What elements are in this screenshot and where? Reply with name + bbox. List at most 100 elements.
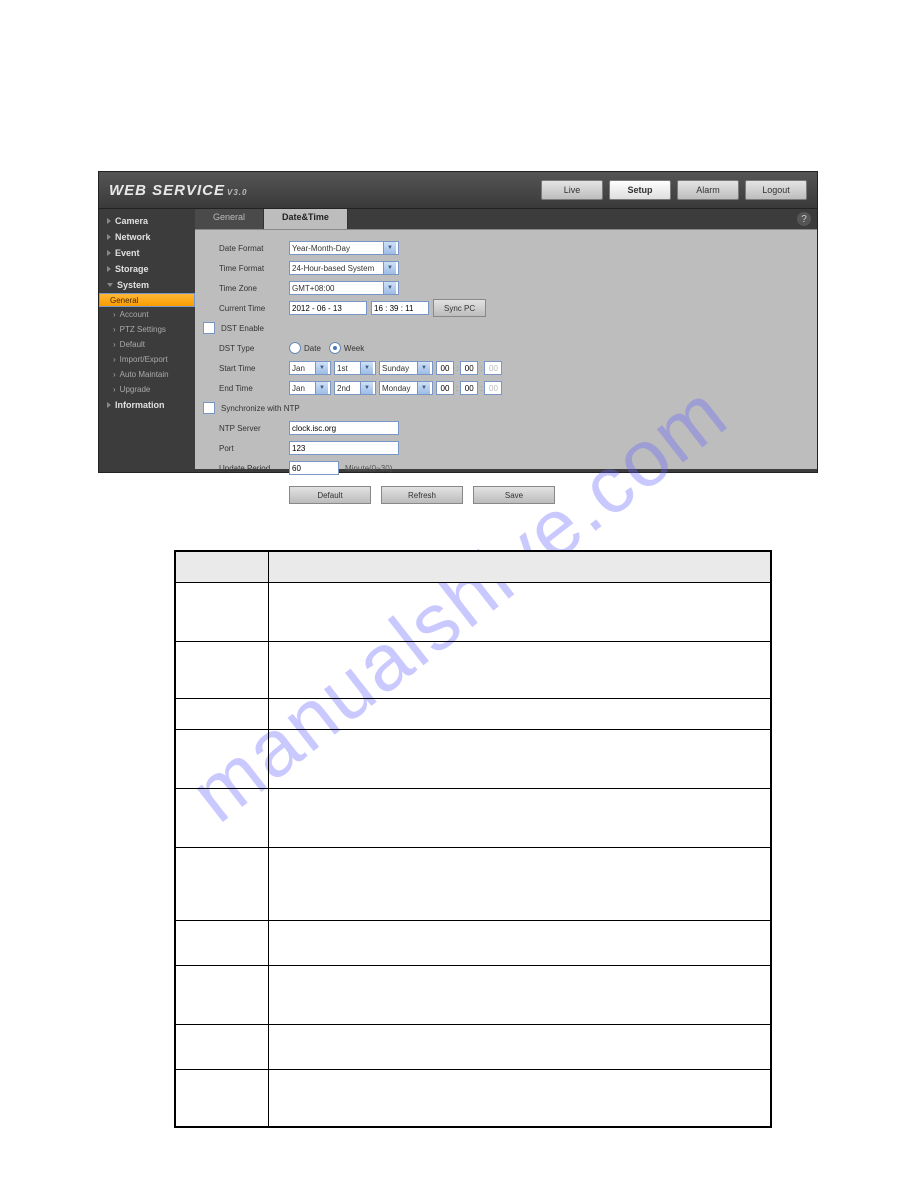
end-hh-input[interactable] (436, 381, 454, 395)
sidebar: Camera Network Event Storage System Gene… (99, 209, 195, 469)
ntp-server-label: NTP Server (219, 424, 289, 433)
sidebar-item-account[interactable]: › Account (99, 307, 195, 322)
port-label: Port (219, 444, 289, 453)
table-cell (176, 730, 269, 789)
end-month-select[interactable]: Jan (289, 381, 331, 395)
sidebar-label: PTZ Settings (120, 325, 166, 334)
live-button[interactable]: Live (541, 180, 603, 200)
sidebar-item-event[interactable]: Event (99, 245, 195, 261)
table-cell (176, 1070, 269, 1127)
end-mm-input[interactable] (460, 381, 478, 395)
dst-type-label: DST Type (219, 344, 289, 353)
titlebar: WEB SERVICEV3.0 Live Setup Alarm Logout (99, 172, 817, 209)
end-day-select[interactable]: Monday (379, 381, 433, 395)
update-period-input[interactable] (289, 461, 339, 475)
dropdown-icon (360, 382, 373, 394)
alarm-button[interactable]: Alarm (677, 180, 739, 200)
tab-date-time[interactable]: Date&Time (264, 209, 348, 229)
sidebar-item-general[interactable]: General (99, 293, 195, 307)
colon: : (480, 384, 482, 393)
table-row (176, 921, 771, 966)
port-input[interactable] (289, 441, 399, 455)
start-week-select[interactable]: 1st (334, 361, 376, 375)
tab-general[interactable]: General (195, 209, 264, 229)
sidebar-item-camera[interactable]: Camera (99, 213, 195, 229)
table-cell (176, 699, 269, 730)
dst-enable-label: DST Enable (221, 324, 264, 333)
end-week-select[interactable]: 2nd (334, 381, 376, 395)
table-row (176, 848, 771, 921)
time-format-select[interactable]: 24-Hour-based System (289, 261, 399, 275)
table-cell (176, 848, 269, 921)
logout-button[interactable]: Logout (745, 180, 807, 200)
settings-form: Date Format Year-Month-Day Time Format 2… (195, 230, 817, 514)
end-ss-input[interactable] (484, 381, 502, 395)
start-month-select[interactable]: Jan (289, 361, 331, 375)
table-row (176, 642, 771, 699)
start-ss-input[interactable] (484, 361, 502, 375)
dst-type-week-label: Week (344, 344, 364, 353)
sidebar-item-auto-maintain[interactable]: › Auto Maintain (99, 367, 195, 382)
select-value: Jan (292, 364, 305, 373)
colon: : (480, 364, 482, 373)
dst-type-date-radio[interactable] (289, 342, 301, 354)
table-cell (176, 1025, 269, 1070)
start-time-label: Start Time (219, 364, 289, 373)
select-value: Year-Month-Day (292, 244, 350, 253)
sidebar-item-upgrade[interactable]: › Upgrade (99, 382, 195, 397)
dropdown-icon (383, 242, 396, 254)
table-row (176, 1025, 771, 1070)
sidebar-label: Information (115, 400, 165, 410)
current-date-input[interactable] (289, 301, 367, 315)
table-header-cell (269, 552, 771, 583)
table-cell (176, 583, 269, 642)
sidebar-item-ptz[interactable]: › PTZ Settings (99, 322, 195, 337)
dropdown-icon (417, 382, 430, 394)
table-row (176, 583, 771, 642)
save-button[interactable]: Save (473, 486, 555, 504)
dst-enable-checkbox[interactable] (203, 322, 215, 334)
date-format-label: Date Format (219, 244, 289, 253)
sync-ntp-label: Synchronize with NTP (221, 404, 300, 413)
table-cell (269, 583, 771, 642)
dst-type-week-radio[interactable] (329, 342, 341, 354)
screenshot-panel: WEB SERVICEV3.0 Live Setup Alarm Logout … (98, 171, 818, 473)
refresh-button[interactable]: Refresh (381, 486, 463, 504)
chevron-right-icon (107, 234, 111, 240)
start-day-select[interactable]: Sunday (379, 361, 433, 375)
select-value: 24-Hour-based System (292, 264, 374, 273)
brand-logo: WEB SERVICEV3.0 (109, 182, 247, 199)
default-button[interactable]: Default (289, 486, 371, 504)
start-hh-input[interactable] (436, 361, 454, 375)
sync-pc-button[interactable]: Sync PC (433, 299, 486, 317)
sidebar-label: Event (115, 248, 140, 258)
sidebar-item-system[interactable]: System (99, 277, 195, 293)
sidebar-item-network[interactable]: Network (99, 229, 195, 245)
sidebar-label: Camera (115, 216, 148, 226)
start-mm-input[interactable] (460, 361, 478, 375)
dropdown-icon (360, 362, 373, 374)
current-time-input[interactable] (371, 301, 429, 315)
date-format-select[interactable]: Year-Month-Day (289, 241, 399, 255)
colon: : (456, 364, 458, 373)
sidebar-label: Upgrade (120, 385, 151, 394)
chevron-down-icon (107, 283, 113, 287)
sidebar-item-default[interactable]: › Default (99, 337, 195, 352)
ntp-server-input[interactable] (289, 421, 399, 435)
table-row (176, 730, 771, 789)
table-row (176, 1070, 771, 1127)
help-icon[interactable]: ? (797, 212, 811, 226)
chevron-right-icon (107, 402, 111, 408)
table-row (176, 699, 771, 730)
setup-button[interactable]: Setup (609, 180, 671, 200)
table-cell (269, 966, 771, 1025)
sidebar-item-import-export[interactable]: › Import/Export (99, 352, 195, 367)
sync-ntp-checkbox[interactable] (203, 402, 215, 414)
sidebar-item-storage[interactable]: Storage (99, 261, 195, 277)
sidebar-item-information[interactable]: Information (99, 397, 195, 413)
chevron-right-icon (107, 250, 111, 256)
current-time-label: Current Time (219, 304, 289, 313)
brand-version: V3.0 (227, 188, 247, 197)
time-zone-select[interactable]: GMT+08:00 (289, 281, 399, 295)
parameter-table (174, 550, 772, 1128)
